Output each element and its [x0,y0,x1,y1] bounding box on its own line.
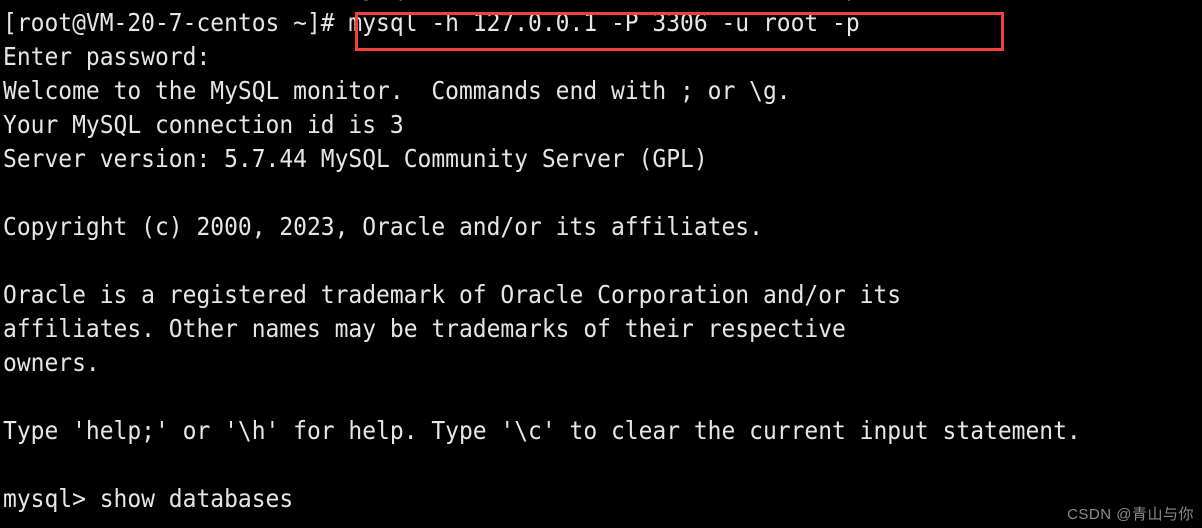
terminal-line-mysql-prompt[interactable]: mysql> show databases [3,482,293,516]
terminal-output-area[interactable]: [root@VM-20-7-centos ~]# mysql -h 127.0.… [0,0,1202,528]
terminal-screenshot: [root@VM-20-7-centos ~]# mysql -h 127.0.… [0,0,1202,528]
terminal-line-welcome: Welcome to the MySQL monitor. Commands e… [3,76,791,105]
terminal-line-trademark-3: owners. [3,348,100,377]
scrolled-off-line-remnant: [root@VM-20-7-centos ~]# mysql -h 127.0.… [3,0,860,5]
terminal-line-connection-id: Your MySQL connection id is 3 [3,110,404,139]
terminal-line-copyright: Copyright (c) 2000, 2023, Oracle and/or … [3,212,763,241]
terminal-line-trademark-1: Oracle is a registered trademark of Orac… [3,280,902,309]
terminal-line-enter-password: Enter password: [3,42,211,71]
terminal-line-command-prompt: [root@VM-20-7-centos ~]# mysql -h 127.0.… [3,8,860,37]
terminal-line-help-hint: Type 'help;' or '\h' for help. Type '\c'… [3,416,1081,445]
terminal-line-server-version: Server version: 5.7.44 MySQL Community S… [3,144,708,173]
csdn-watermark: CSDN @青山与你 [1067,506,1194,523]
terminal-line-trademark-2: affiliates. Other names may be trademark… [3,314,846,343]
